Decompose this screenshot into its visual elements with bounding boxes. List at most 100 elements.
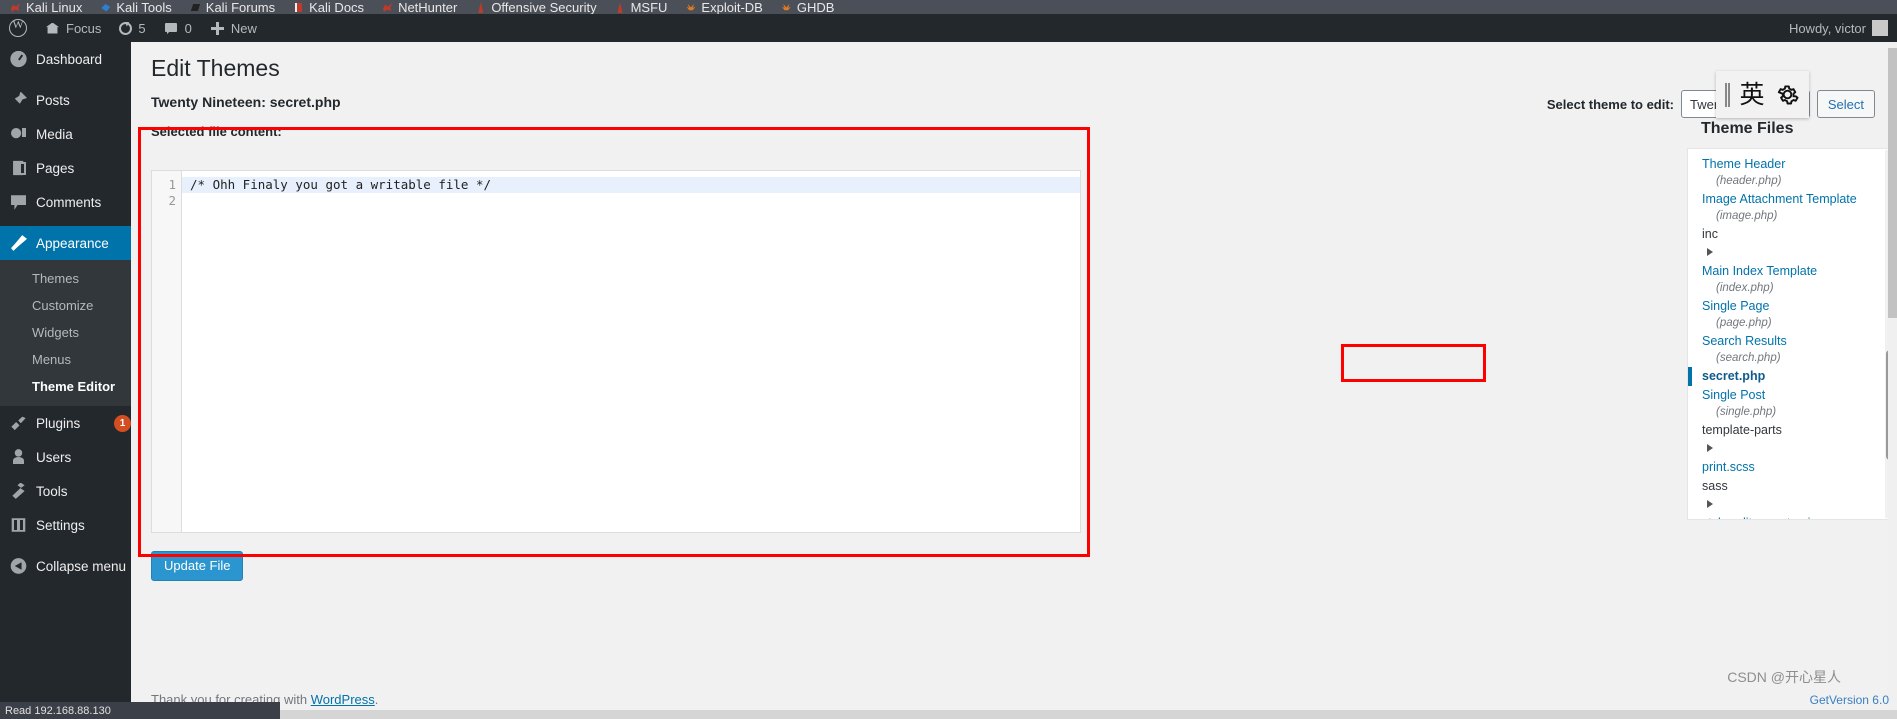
list-item-folder[interactable]: inc (1688, 225, 1896, 262)
avatar (1872, 20, 1888, 36)
bookmark-kali-docs[interactable]: Kali Docs (293, 1, 364, 14)
site-name-menu[interactable]: Focus (36, 14, 110, 42)
wordpress-logo-menu[interactable] (0, 14, 36, 42)
sidebar-item-label: Comments (36, 194, 102, 210)
sidebar-item-media[interactable]: Media (0, 117, 131, 151)
page-horizontal-scrollbar[interactable] (0, 710, 1897, 719)
bookmark-kali-linux[interactable]: Kali Linux (10, 1, 82, 14)
bookmark-msfu[interactable]: MSFU (615, 1, 668, 14)
file-name[interactable]: secret.php (1702, 368, 1884, 385)
footer-suffix: . (374, 692, 379, 707)
wrench-icon (10, 482, 27, 500)
updates-menu[interactable]: 5 (110, 14, 154, 42)
submenu-item-menus[interactable]: Menus (0, 346, 131, 373)
folder-name[interactable]: inc (1702, 226, 1884, 243)
line-number: 2 (168, 193, 176, 208)
bookmark-exploit-db[interactable]: Exploit-DB (685, 1, 762, 14)
select-theme-button[interactable]: Select (1816, 90, 1875, 118)
file-name[interactable]: print.scss (1702, 459, 1884, 476)
comment-icon (164, 21, 179, 36)
editor-text-area[interactable]: /* Ohh Finaly you got a writable file */ (182, 171, 1080, 532)
submenu-item-widgets[interactable]: Widgets (0, 319, 131, 346)
file-name[interactable]: Search Results (1702, 333, 1884, 350)
bookmark-label: Kali Linux (26, 0, 83, 14)
ime-mode-label[interactable]: 英 (1739, 82, 1764, 107)
page-vertical-scroll-thumb[interactable] (1888, 48, 1897, 318)
list-item[interactable]: Image Attachment Template (image.php) (1688, 190, 1896, 225)
drag-grip-icon[interactable] (1724, 82, 1730, 107)
list-item-selected[interactable]: secret.php (1688, 367, 1896, 386)
submenu-item-theme-editor[interactable]: Theme Editor (0, 373, 131, 400)
chevron-right-icon[interactable] (1707, 443, 1713, 452)
code-editor[interactable]: 1 2 /* Ohh Finaly you got a writable fil… (151, 170, 1081, 533)
bookmark-nethunter[interactable]: NetHunter (382, 1, 457, 14)
update-file-button[interactable]: Update File (151, 551, 244, 581)
theme-files-list[interactable]: Theme Header (header.php) Image Attachme… (1687, 148, 1897, 520)
wordpress-link[interactable]: WordPress (311, 692, 375, 707)
sidebar-item-pages[interactable]: Pages (0, 151, 131, 185)
sidebar-item-posts[interactable]: Posts (0, 83, 131, 117)
wordpress-admin-bar: Focus 5 0 New Howdy, victor (0, 14, 1897, 42)
list-item[interactable]: Search Results (search.php) (1688, 332, 1896, 367)
list-item-folder[interactable]: sass (1688, 477, 1896, 514)
sidebar-item-plugins[interactable]: Plugins 1 (0, 406, 131, 440)
site-name-label: Focus (66, 20, 102, 36)
dragon-icon (10, 2, 21, 13)
bookmark-label: Offensive Security (491, 0, 597, 14)
file-name[interactable]: Single Page (1702, 298, 1884, 315)
file-name[interactable]: Main Index Template (1702, 263, 1884, 280)
sidebar-item-dashboard[interactable]: Dashboard (0, 42, 131, 76)
bookmark-label: Kali Tools (116, 0, 172, 14)
file-name[interactable]: Single Post (1702, 387, 1884, 404)
list-item[interactable]: print.scss (1688, 458, 1896, 477)
sidebar-item-comments[interactable]: Comments (0, 185, 131, 219)
bookmark-kali-forums[interactable]: Kali Forums (190, 1, 275, 14)
chevron-right-icon[interactable] (1707, 247, 1713, 256)
list-item[interactable]: Main Index Template (index.php) (1688, 262, 1896, 297)
my-account-menu[interactable]: Howdy, victor (1780, 14, 1897, 42)
sidebar-item-label: Users (36, 449, 72, 465)
sidebar-item-collapse-menu[interactable]: Collapse menu (0, 549, 131, 583)
file-filename: (header.php) (1716, 175, 1782, 187)
tower-icon (475, 2, 486, 13)
sidebar-item-settings[interactable]: Settings (0, 508, 131, 542)
file-name[interactable]: Theme Header (1702, 156, 1884, 173)
dark-swoosh-icon (190, 2, 201, 13)
file-name[interactable]: style-editor-customizer.scss (1702, 515, 1884, 519)
user-icon (10, 449, 27, 466)
wordpress-logo-icon (9, 17, 27, 37)
submenu-item-customize[interactable]: Customize (0, 292, 131, 319)
submenu-item-themes[interactable]: Themes (0, 265, 131, 292)
list-item[interactable]: Theme Header (header.php) (1688, 155, 1896, 190)
plug-icon (10, 415, 27, 432)
sidebar-item-label: Appearance (36, 235, 109, 251)
theme-select-label: Select theme to edit: (1546, 96, 1675, 112)
new-content-menu[interactable]: New (201, 14, 266, 42)
list-item[interactable]: Single Post (single.php) (1688, 386, 1896, 421)
ime-input-method-widget[interactable]: 英 (1716, 71, 1809, 118)
folder-name[interactable]: sass (1702, 478, 1884, 495)
home-icon (45, 21, 60, 36)
comment-icon (10, 194, 27, 211)
browser-bookmark-bar: Kali Linux Kali Tools Kali Forums Kali D… (0, 0, 1897, 14)
gear-icon[interactable] (1774, 81, 1801, 108)
list-item-folder[interactable]: template-parts (1688, 421, 1896, 458)
menu-separator (0, 76, 131, 83)
admin-sidebar-menu: Dashboard Posts Media Pages Comments App… (0, 42, 138, 719)
list-item[interactable]: Single Page (page.php) (1688, 297, 1896, 332)
media-icon (10, 126, 27, 143)
bookmark-kali-tools[interactable]: Kali Tools (100, 1, 171, 14)
sidebar-item-users[interactable]: Users (0, 440, 131, 474)
sidebar-item-tools[interactable]: Tools (0, 474, 131, 508)
folder-name[interactable]: template-parts (1702, 422, 1884, 439)
list-item[interactable]: style-editor-customizer.scss (1688, 514, 1896, 519)
sidebar-item-appearance[interactable]: Appearance (0, 226, 138, 260)
sidebar-item-label: Plugins (36, 415, 81, 431)
chevron-right-icon[interactable] (1707, 499, 1713, 508)
page-title: Edit Themes (151, 55, 280, 81)
bookmark-offensive-security[interactable]: Offensive Security (475, 1, 596, 14)
file-name[interactable]: Image Attachment Template (1702, 191, 1884, 208)
page-vertical-scrollbar[interactable] (1888, 42, 1897, 710)
comments-menu[interactable]: 0 (155, 14, 201, 42)
bookmark-ghdb[interactable]: GHDB (781, 1, 835, 14)
